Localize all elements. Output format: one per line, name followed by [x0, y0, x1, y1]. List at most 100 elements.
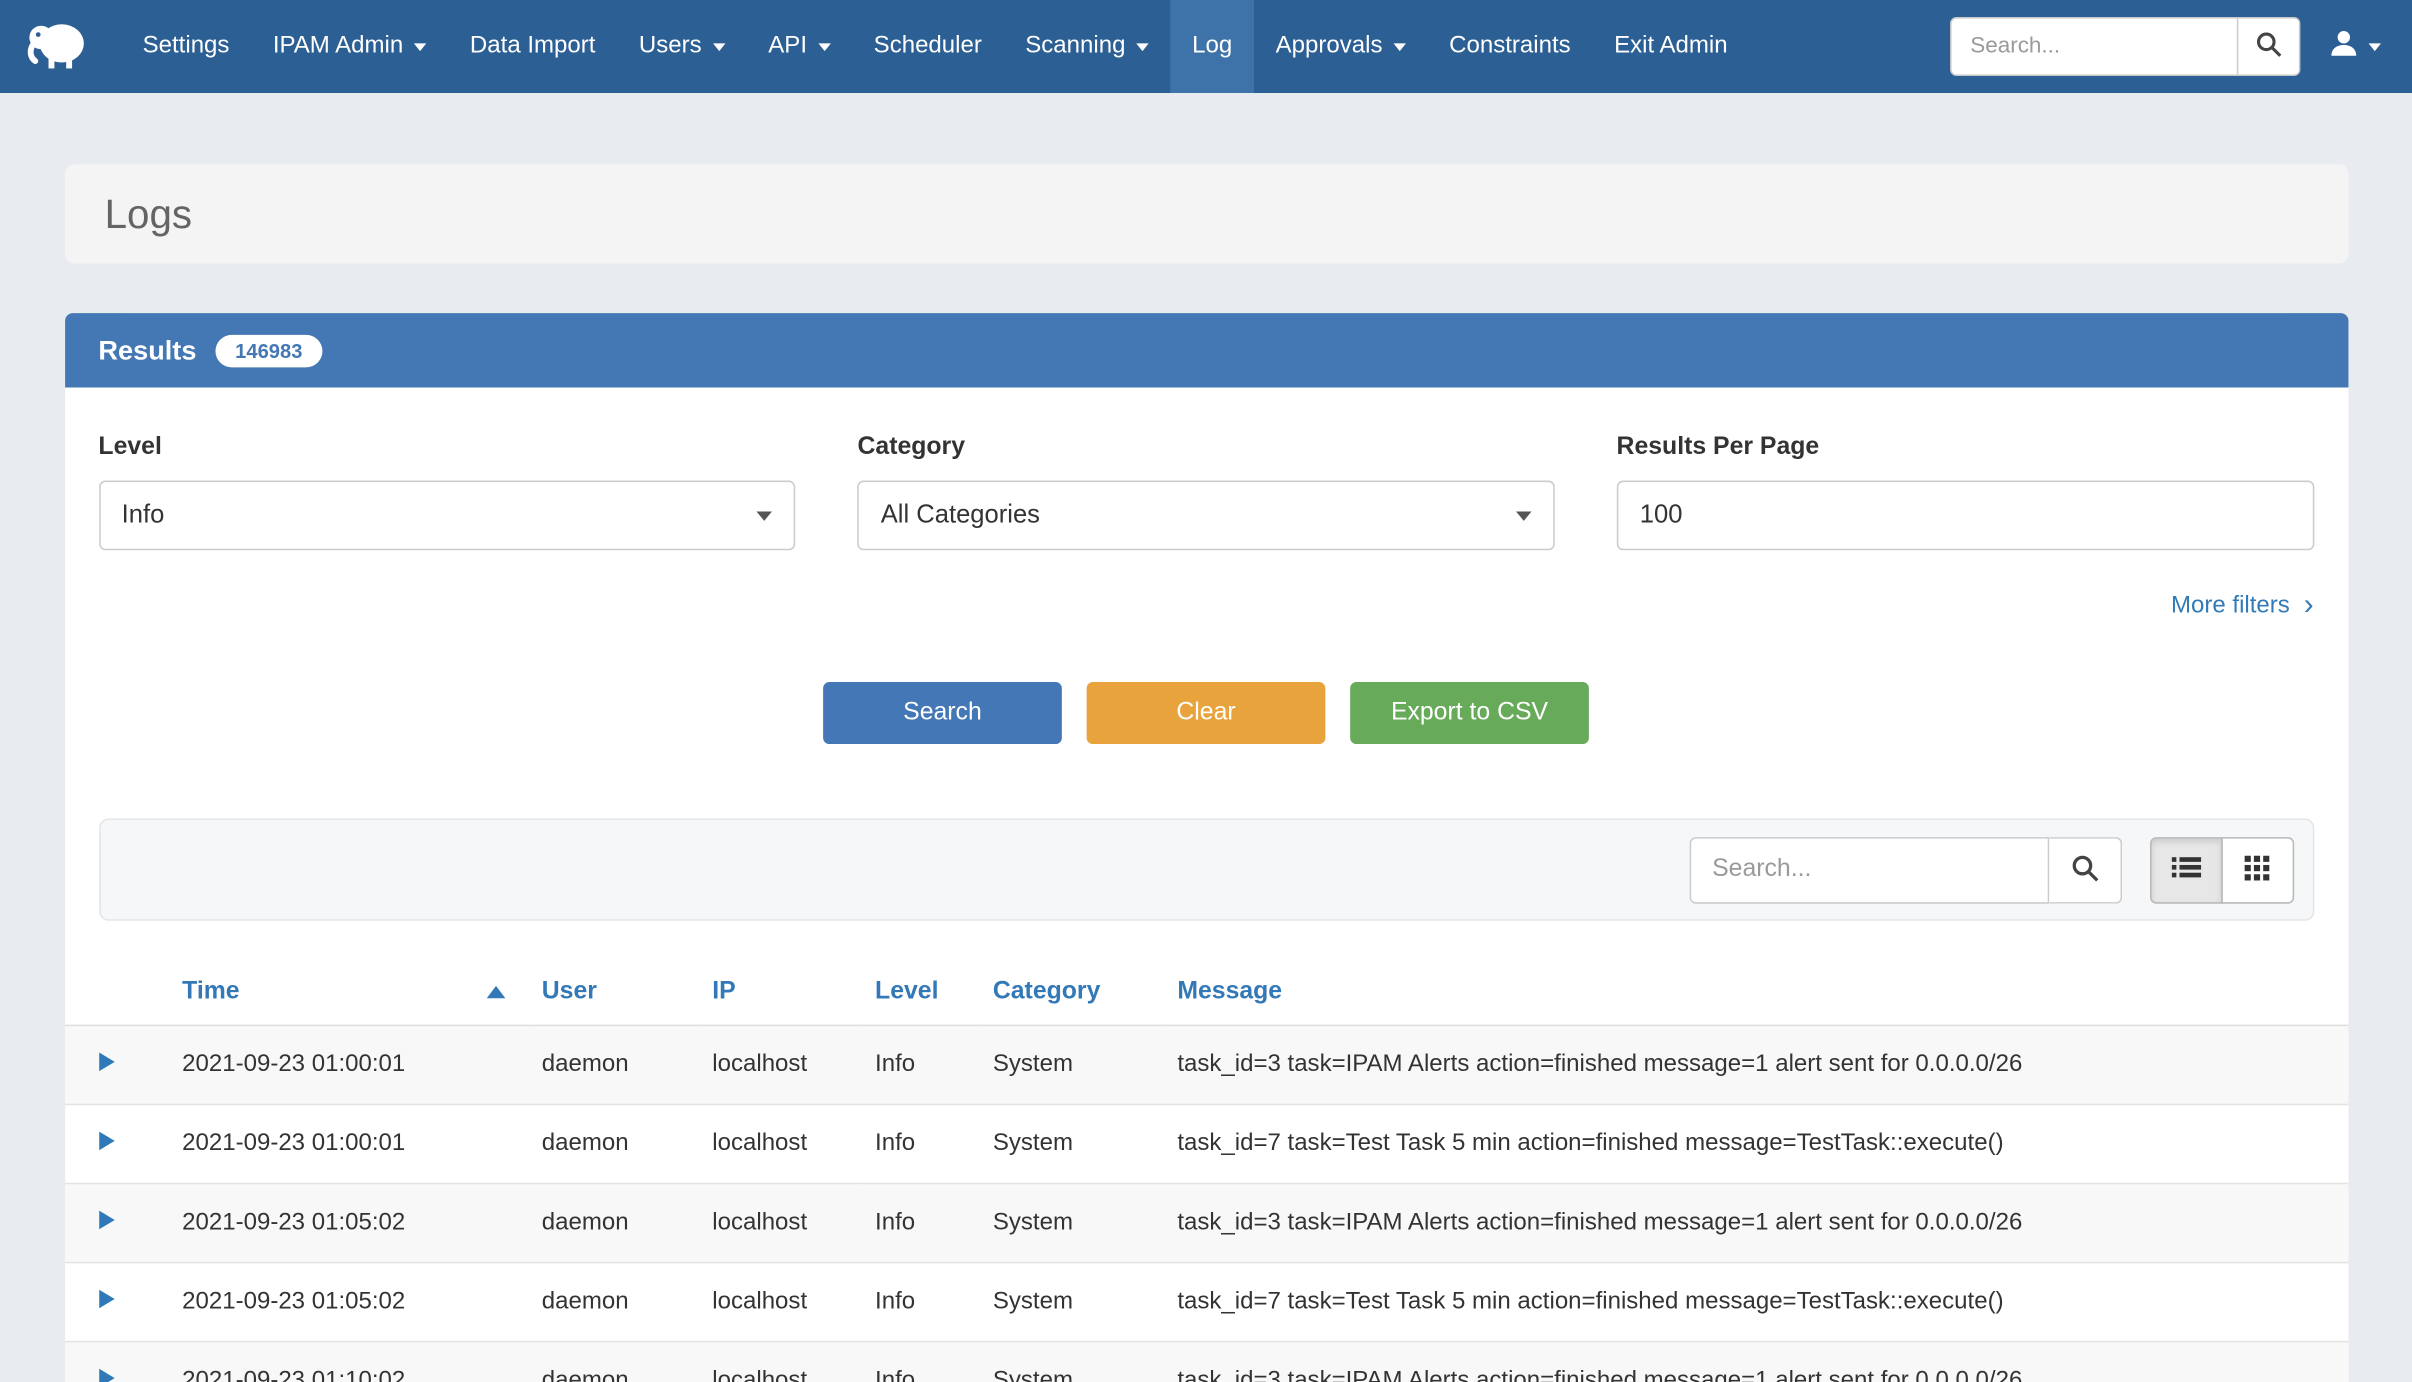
column-label: Level [875, 978, 938, 1004]
cell-category: System [980, 1342, 1164, 1382]
main-nav: Settings IPAM Admin Data Import Users AP… [121, 0, 1749, 93]
nav-item-label: Constraints [1449, 33, 1571, 61]
cell-user: daemon [529, 1184, 700, 1263]
cell-user: daemon [529, 1104, 700, 1183]
caret-down-icon [757, 511, 773, 520]
nav-item-settings[interactable]: Settings [121, 0, 251, 93]
table-row: 2021-09-23 01:05:02 daemon localhost Inf… [64, 1263, 2347, 1342]
chevron-right-icon: › [2304, 591, 2314, 620]
main-content: Logs Results 146983 Level Info [64, 164, 2347, 1382]
cell-time: 2021-09-23 01:05:02 [170, 1184, 530, 1263]
user-icon [2328, 27, 2359, 66]
table-row: 2021-09-23 01:00:01 daemon localhost Inf… [64, 1104, 2347, 1183]
navbar-search-input[interactable] [1952, 19, 2237, 75]
table-row: 2021-09-23 01:05:02 daemon localhost Inf… [64, 1184, 2347, 1263]
nav-item-scheduler[interactable]: Scheduler [852, 0, 1004, 93]
list-view-button[interactable] [2149, 836, 2222, 903]
column-label: User [542, 978, 597, 1004]
level-select-value: Info [122, 501, 165, 530]
nav-item-log[interactable]: Log [1170, 0, 1254, 93]
phpipam-logo[interactable] [22, 0, 93, 93]
search-button[interactable]: Search [823, 682, 1062, 744]
page-title: Logs [105, 190, 192, 238]
results-count-badge: 146983 [215, 334, 323, 367]
row-expand-icon[interactable] [98, 1211, 114, 1230]
cell-time: 2021-09-23 01:00:01 [170, 1025, 530, 1104]
column-label: Message [1177, 978, 1282, 1004]
more-filters-row: More filters › [98, 591, 2313, 620]
table-row: 2021-09-23 01:00:01 daemon localhost Inf… [64, 1025, 2347, 1104]
cell-level: Info [863, 1184, 981, 1263]
results-panel-body: Level Info Category All Categories [64, 388, 2347, 921]
navbar-right [1950, 17, 2390, 76]
table-search-button[interactable] [2048, 836, 2121, 903]
caret-down-icon [818, 43, 830, 51]
filter-level: Level Info [98, 434, 795, 550]
column-header-message[interactable]: Message [1165, 960, 2348, 1026]
nav-item-label: IPAM Admin [273, 33, 403, 61]
user-menu[interactable] [2328, 27, 2390, 66]
filter-per-page: Results Per Page [1617, 434, 2314, 550]
cell-level: Info [863, 1025, 981, 1104]
nav-item-label: Scheduler [874, 33, 982, 61]
cell-category: System [980, 1104, 1164, 1183]
level-select[interactable]: Info [98, 481, 795, 551]
nav-item-label: Settings [143, 33, 230, 61]
row-expand-icon[interactable] [98, 1369, 114, 1382]
nav-item-api[interactable]: API [747, 0, 852, 93]
cell-ip: localhost [700, 1104, 863, 1183]
column-header-user[interactable]: User [529, 960, 700, 1026]
table-search-input[interactable] [1689, 836, 2049, 903]
row-expand-icon[interactable] [98, 1053, 114, 1072]
list-view-icon [2171, 856, 2200, 884]
nav-item-ipam-admin[interactable]: IPAM Admin [251, 0, 448, 93]
per-page-input[interactable] [1617, 481, 2314, 551]
navbar-search-group [1950, 17, 2300, 76]
cell-message: task_id=7 task=Test Task 5 min action=fi… [1165, 1263, 2348, 1342]
column-label: Time [182, 978, 239, 1006]
nav-item-label: Users [639, 33, 702, 61]
cell-ip: localhost [700, 1342, 863, 1382]
row-expand-icon[interactable] [98, 1132, 114, 1151]
cell-ip: localhost [700, 1184, 863, 1263]
row-expand-icon[interactable] [98, 1290, 114, 1309]
category-select[interactable]: All Categories [857, 481, 1554, 551]
column-header-level[interactable]: Level [863, 960, 981, 1026]
table-search-group [1689, 836, 2121, 903]
clear-button[interactable]: Clear [1087, 682, 1326, 744]
cell-ip: localhost [700, 1025, 863, 1104]
more-filters-link[interactable]: More filters › [2171, 591, 2314, 620]
sort-asc-icon [486, 986, 505, 998]
cell-message: task_id=3 task=IPAM Alerts action=finish… [1165, 1184, 2348, 1263]
column-header-ip[interactable]: IP [700, 960, 863, 1026]
results-panel-header: Results 146983 [64, 313, 2347, 387]
column-header-time[interactable]: Time [170, 960, 530, 1026]
table-row: 2021-09-23 01:10:02 daemon localhost Inf… [64, 1342, 2347, 1382]
nav-item-label: Scanning [1025, 33, 1125, 61]
nav-item-data-import[interactable]: Data Import [448, 0, 617, 93]
navbar-search-button[interactable] [2237, 19, 2299, 75]
page-header: Logs [64, 164, 2347, 263]
nav-item-label: API [768, 33, 807, 61]
cell-category: System [980, 1184, 1164, 1263]
caret-down-icon [1516, 511, 1532, 520]
table-header-row: Time User IP Level [64, 960, 2347, 1026]
logs-table: Time User IP Level [64, 960, 2347, 1382]
more-filters-label: More filters [2171, 591, 2290, 619]
cell-user: daemon [529, 1263, 700, 1342]
nav-item-exit-admin[interactable]: Exit Admin [1592, 0, 1749, 93]
category-label: Category [857, 434, 1554, 462]
export-csv-button[interactable]: Export to CSV [1350, 682, 1589, 744]
nav-item-users[interactable]: Users [617, 0, 746, 93]
nav-item-scanning[interactable]: Scanning [1004, 0, 1171, 93]
column-header-category[interactable]: Category [980, 960, 1164, 1026]
nav-item-constraints[interactable]: Constraints [1427, 0, 1592, 93]
per-page-label: Results Per Page [1617, 434, 2314, 462]
caret-down-icon [414, 43, 426, 51]
grid-view-button[interactable] [2221, 836, 2294, 903]
results-panel: Results 146983 Level Info Category [64, 313, 2347, 1382]
top-navbar: Settings IPAM Admin Data Import Users AP… [0, 0, 2412, 93]
cell-ip: localhost [700, 1263, 863, 1342]
filters-row: Level Info Category All Categories [98, 434, 2313, 550]
nav-item-approvals[interactable]: Approvals [1254, 0, 1428, 93]
